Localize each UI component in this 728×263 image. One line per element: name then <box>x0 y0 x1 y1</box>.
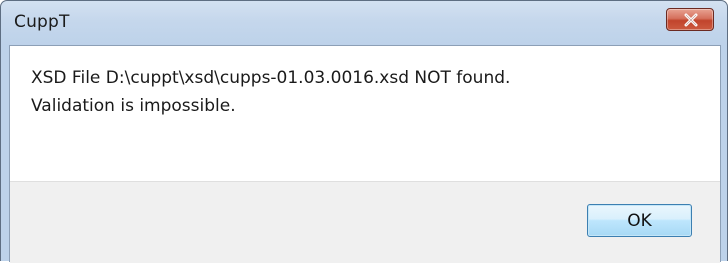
dialog-body: XSD File D:\cuppt\xsd\cupps-01.03.0016.x… <box>9 45 721 263</box>
validation-message-line: Validation is impossible. <box>31 96 236 116</box>
error-message-line: XSD File D:\cuppt\xsd\cupps-01.03.0016.x… <box>31 68 511 88</box>
window-title: CuppT <box>14 12 70 32</box>
button-area: OK <box>10 181 720 263</box>
ok-button[interactable]: OK <box>587 204 692 237</box>
title-bar[interactable]: CuppT <box>1 1 727 45</box>
dialog-window: CuppT XSD File D:\cuppt\xsd\cupps-01.03.… <box>0 0 728 263</box>
message-area: XSD File D:\cuppt\xsd\cupps-01.03.0016.x… <box>10 46 720 181</box>
close-button[interactable] <box>666 8 714 31</box>
close-icon <box>684 13 698 27</box>
